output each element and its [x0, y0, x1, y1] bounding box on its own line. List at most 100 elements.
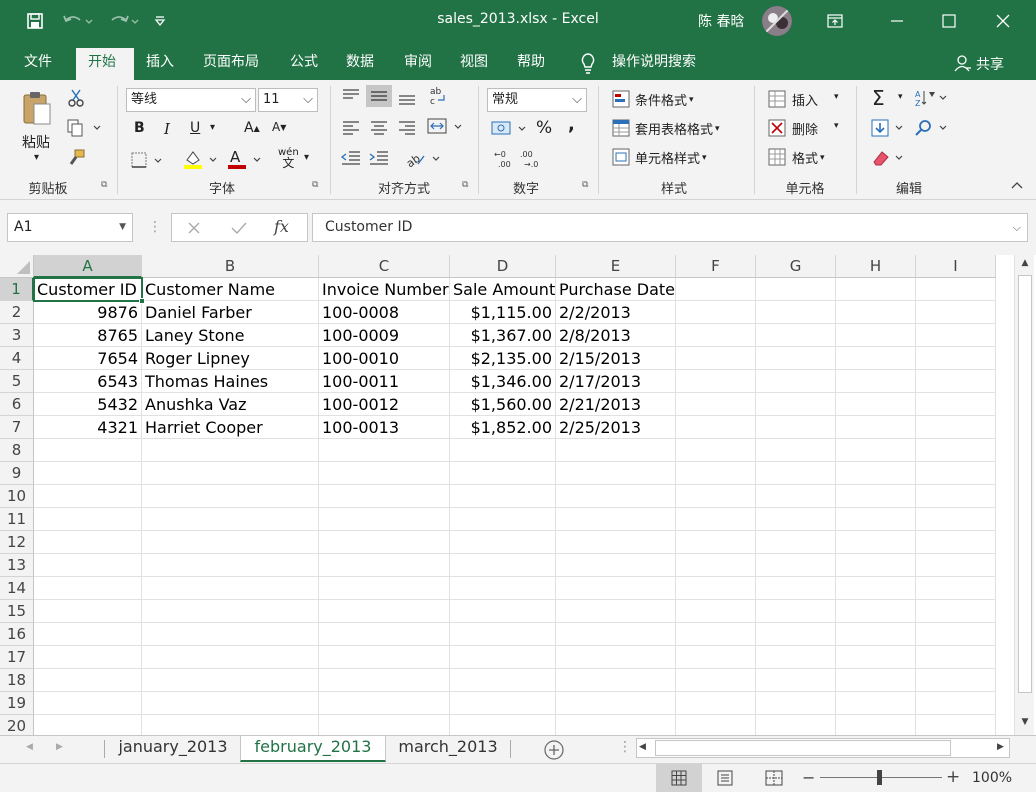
number-launcher-icon[interactable]: ⧉: [582, 180, 588, 190]
maximize-icon[interactable]: [926, 0, 972, 42]
page-break-preview-icon[interactable]: [764, 770, 784, 786]
row-header[interactable]: 9: [0, 462, 34, 485]
table-cell[interactable]: 100-0008: [319, 301, 450, 324]
row-header[interactable]: 12: [0, 531, 34, 554]
merge-center-icon[interactable]: [426, 116, 466, 138]
grid-cell[interactable]: [756, 554, 836, 577]
grid-cell[interactable]: [916, 623, 996, 646]
chevron-down-icon[interactable]: ⌵: [303, 89, 313, 111]
grid-cell[interactable]: [916, 646, 996, 669]
vertical-scroll-thumb[interactable]: [1018, 275, 1032, 693]
table-cell[interactable]: $1,115.00: [450, 301, 556, 324]
row-header[interactable]: 8: [0, 439, 34, 462]
grid-cell[interactable]: [142, 669, 319, 692]
cut-icon[interactable]: [66, 88, 86, 108]
grid-cell[interactable]: [450, 439, 556, 462]
table-cell[interactable]: $1,852.00: [450, 416, 556, 439]
grid-cell[interactable]: [676, 600, 756, 623]
grid-cell[interactable]: [556, 485, 676, 508]
grid-cell[interactable]: [756, 462, 836, 485]
scroll-left-icon[interactable]: ◀: [639, 742, 646, 752]
add-sheet-icon[interactable]: [543, 739, 565, 761]
row-header[interactable]: 3: [0, 324, 34, 347]
grid-cell[interactable]: [34, 715, 142, 735]
column-header[interactable]: H: [836, 255, 916, 278]
wrap-text-icon[interactable]: ab c: [428, 85, 450, 107]
grid-cell[interactable]: [836, 692, 916, 715]
tab-data[interactable]: 数据: [334, 48, 386, 80]
row-header[interactable]: 17: [0, 646, 34, 669]
table-cell[interactable]: 100-0012: [319, 393, 450, 416]
fill-handle[interactable]: [139, 298, 145, 304]
grid-cell[interactable]: [450, 669, 556, 692]
grid-cell[interactable]: [676, 393, 756, 416]
share-button[interactable]: 共享: [976, 54, 1004, 74]
number-format-combo[interactable]: 常规 ⌵: [487, 88, 587, 112]
alignment-launcher-icon[interactable]: ⧉: [462, 180, 468, 190]
grid-cell[interactable]: [142, 646, 319, 669]
enter-icon[interactable]: [230, 220, 248, 236]
grid-cell[interactable]: [836, 531, 916, 554]
percent-button[interactable]: %: [536, 118, 552, 138]
page-layout-view-icon[interactable]: [716, 770, 734, 786]
grid-cell[interactable]: [319, 531, 450, 554]
grid-cell[interactable]: [34, 531, 142, 554]
zoom-slider-thumb[interactable]: [877, 770, 882, 785]
select-all-corner[interactable]: [0, 255, 34, 278]
insert-function-button[interactable]: fx: [274, 217, 289, 236]
grid-cell[interactable]: [756, 508, 836, 531]
user-name[interactable]: 陈 春晗: [698, 11, 744, 31]
grid-cell[interactable]: [319, 669, 450, 692]
grid-cell[interactable]: [556, 439, 676, 462]
grid-cell[interactable]: [450, 646, 556, 669]
row-header[interactable]: 10: [0, 485, 34, 508]
grid-cell[interactable]: [836, 669, 916, 692]
grid-cell[interactable]: [916, 416, 996, 439]
sort-filter-icon[interactable]: AZ: [914, 88, 948, 108]
format-cells-button[interactable]: 格式 ▾: [792, 148, 825, 167]
table-header-cell[interactable]: Sale Amount: [450, 278, 556, 301]
formula-bar-grip-icon[interactable]: ⋮: [148, 220, 162, 234]
ribbon-display-options-icon[interactable]: [812, 0, 858, 42]
vertical-scrollbar[interactable]: ▲ ▼: [1014, 255, 1034, 735]
grid-cell[interactable]: [319, 715, 450, 735]
column-header[interactable]: E: [556, 255, 676, 278]
comma-style-button[interactable]: ,: [568, 114, 575, 135]
tab-home[interactable]: 开始: [76, 48, 134, 80]
increase-font-button[interactable]: A ▲: [244, 120, 260, 136]
grid-cell[interactable]: [34, 646, 142, 669]
grid-cell[interactable]: [319, 485, 450, 508]
minimize-icon[interactable]: [874, 0, 920, 42]
grid-cell[interactable]: [556, 715, 676, 735]
grid-cell[interactable]: [916, 347, 996, 370]
grid-cell[interactable]: [556, 554, 676, 577]
grid-cell[interactable]: [34, 600, 142, 623]
grid-cell[interactable]: [142, 439, 319, 462]
row-header[interactable]: 14: [0, 577, 34, 600]
row-header[interactable]: 15: [0, 600, 34, 623]
grid-cell[interactable]: [319, 508, 450, 531]
table-cell[interactable]: 4321: [34, 416, 142, 439]
row-header[interactable]: 20: [0, 715, 34, 735]
grid-cell[interactable]: [676, 347, 756, 370]
zoom-level[interactable]: 100%: [972, 770, 1012, 786]
sheet-tab-march[interactable]: march_2013: [388, 736, 508, 762]
find-select-icon[interactable]: [914, 118, 950, 138]
grid-cell[interactable]: [34, 508, 142, 531]
grid-cell[interactable]: [142, 462, 319, 485]
grid-cell[interactable]: [450, 462, 556, 485]
grid-cell[interactable]: [676, 531, 756, 554]
tab-formulas[interactable]: 公式: [278, 48, 330, 80]
grid-cell[interactable]: [319, 600, 450, 623]
table-cell[interactable]: 8765: [34, 324, 142, 347]
format-as-table-button[interactable]: 套用表格格式 ▾: [635, 119, 720, 138]
fill-color-icon[interactable]: [182, 148, 222, 170]
grid-cell[interactable]: [34, 485, 142, 508]
bold-button[interactable]: B: [134, 120, 145, 136]
grid-cell[interactable]: [836, 439, 916, 462]
borders-icon[interactable]: [130, 150, 164, 170]
grid-cell[interactable]: [319, 577, 450, 600]
increase-indent-icon[interactable]: [368, 148, 390, 168]
table-header-cell[interactable]: Purchase Date: [556, 278, 676, 301]
align-left-icon[interactable]: [340, 118, 362, 138]
